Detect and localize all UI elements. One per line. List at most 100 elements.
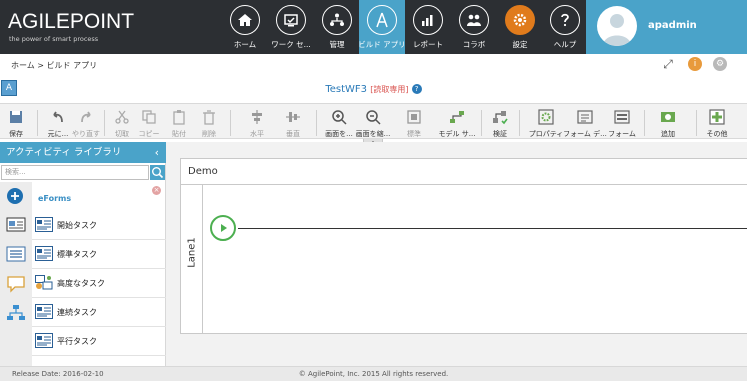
nav-help[interactable]: ヘルプ [542, 0, 588, 54]
activity-item[interactable]: 連続タスク [32, 298, 166, 327]
copy-icon [142, 110, 156, 124]
hierarchy-category-icon[interactable] [6, 304, 26, 322]
category-title: eForms [38, 194, 72, 203]
model-icon [450, 111, 464, 123]
save-button[interactable]: 保存 [4, 107, 28, 139]
paste-button[interactable]: 貼付 [167, 107, 191, 139]
title-help-icon[interactable]: ? [411, 84, 422, 94]
zoom-out-icon [366, 110, 381, 125]
more-icon [709, 109, 725, 125]
align-horizontal-icon [252, 110, 262, 124]
process-name: TestWF3 [325, 84, 368, 95]
validate-label: 検証 [493, 130, 507, 138]
agilepoint-logo[interactable]: AGILEPOINT the power of smart process [8, 8, 158, 46]
logo-text: AGILEPOINT [8, 10, 135, 33]
copy-label: コピー [138, 130, 160, 138]
lane-header[interactable]: Lane1 [181, 185, 203, 333]
validate-icon [493, 111, 508, 125]
zoom-in-button[interactable]: 画面を... [324, 107, 354, 139]
activity-library-header: アクティビティ ライブラリ ‹ [0, 142, 166, 163]
standard-size-button[interactable]: 標準 [401, 107, 427, 139]
paste-icon [173, 110, 185, 125]
more-button[interactable]: その他 [703, 107, 731, 139]
add-category-icon[interactable] [6, 187, 26, 205]
category-rail [0, 182, 32, 366]
save-icon [10, 111, 22, 123]
copyright: © AgilePoint, Inc. 2015 All rights reser… [298, 370, 449, 378]
toolbar-divider [104, 110, 105, 136]
process-canvas[interactable]: Demo Lane1 [166, 142, 747, 366]
start-task-icon [35, 217, 53, 232]
footer: Release Date: 2016-02-10 © AgilePoint, I… [0, 366, 747, 381]
toolbar-divider [519, 110, 520, 136]
list-category-icon[interactable] [6, 245, 26, 263]
more-label: その他 [706, 130, 728, 138]
align-vertical-button[interactable]: 垂直 [280, 107, 306, 139]
redo-label: やり直す [72, 130, 100, 138]
align-horizontal-label: 水平 [250, 130, 264, 138]
home-icon [230, 5, 260, 35]
settings-gear-icon[interactable]: ⚙ [713, 57, 727, 71]
cut-button[interactable]: 切取 [110, 107, 134, 139]
manage-icon [322, 5, 352, 35]
pool-title[interactable]: Demo [181, 159, 747, 185]
form-design-label: フォーム デ... [563, 130, 607, 138]
activity-label: 連続タスク [57, 308, 97, 317]
form-design-button[interactable]: フォーム デ... [563, 107, 607, 139]
message-category-icon[interactable] [6, 275, 26, 293]
build-apps-icon [367, 5, 397, 35]
delete-label: 削除 [202, 130, 216, 138]
activity-item[interactable]: 平行タスク [32, 327, 166, 356]
activity-label: 高度なタスク [57, 279, 105, 288]
page-title: TestWF3 [読取専用] ? [0, 84, 747, 95]
activity-item[interactable]: 標準タスク [32, 240, 166, 269]
avatar [597, 6, 637, 46]
properties-button[interactable]: プロパティ [528, 107, 564, 139]
activity-label: 平行タスク [57, 337, 97, 346]
add-label: 追加 [661, 130, 675, 138]
model-button[interactable]: モデル サ... [439, 107, 475, 139]
standard-task-icon [35, 246, 53, 261]
info-icon[interactable]: i [688, 57, 702, 71]
form-button[interactable]: フォーム [607, 107, 637, 139]
properties-icon [538, 109, 554, 125]
undo-icon [53, 111, 63, 123]
close-icon[interactable]: × [152, 186, 161, 195]
reports-icon [413, 5, 443, 35]
add-button[interactable]: 追加 [654, 107, 682, 139]
start-event[interactable] [210, 215, 236, 241]
pool[interactable]: Demo Lane1 [180, 158, 747, 334]
paste-label: 貼付 [172, 130, 186, 138]
collaboration-icon [459, 5, 489, 35]
lane-label: Lane1 [186, 237, 198, 268]
activity-search-button[interactable] [150, 165, 165, 180]
activity-item[interactable]: 開始タスク [32, 211, 166, 240]
breadcrumb[interactable]: ホーム > ビルド アプリ [11, 60, 97, 71]
delete-button[interactable]: 削除 [197, 107, 221, 139]
fullscreen-icon[interactable]: ⤢ [661, 57, 675, 71]
help-icon [550, 5, 580, 35]
add-icon [661, 112, 675, 122]
zoom-out-button[interactable]: 画面を縮... [356, 107, 390, 139]
activity-label: 標準タスク [57, 250, 97, 259]
sequence-flow[interactable] [238, 228, 747, 229]
form-label: フォーム [608, 130, 636, 138]
play-icon [221, 224, 227, 232]
chevron-left-icon[interactable]: ‹ [155, 142, 159, 163]
standard-size-icon [407, 110, 421, 124]
user-menu[interactable]: apadmin [586, 0, 747, 54]
activity-search-input[interactable]: 検索... [1, 165, 149, 180]
align-horizontal-button[interactable]: 水平 [244, 107, 270, 139]
form-design-icon [577, 110, 593, 124]
eforms-category-icon[interactable] [6, 216, 26, 234]
activity-item[interactable]: 高度なタスク [32, 269, 166, 298]
toolbar-divider [37, 110, 38, 136]
copy-button[interactable]: コピー [137, 107, 161, 139]
validate-button[interactable]: 検証 [488, 107, 512, 139]
logo-tagline: the power of smart process [9, 35, 99, 43]
toolbar-divider [644, 110, 645, 136]
page: { "brand": { "name": "AGILEPOINT", "tagl… [0, 0, 747, 381]
redo-button[interactable]: やり直す [72, 107, 100, 139]
model-label: モデル サ... [438, 130, 476, 138]
toolbar-divider [230, 110, 231, 136]
